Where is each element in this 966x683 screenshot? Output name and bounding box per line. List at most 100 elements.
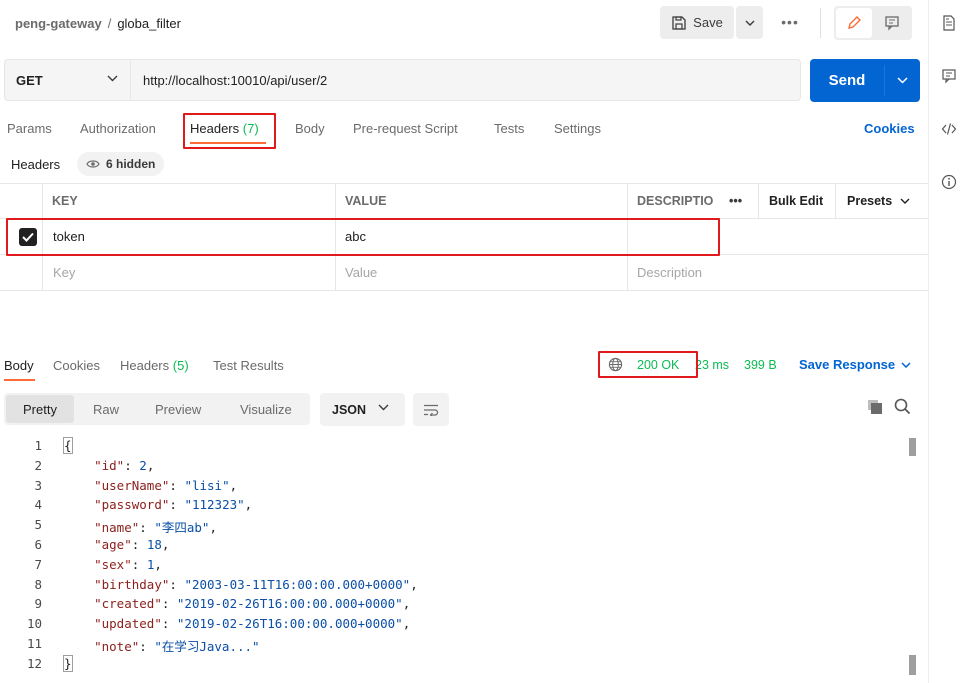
new-description-input[interactable]: Description: [637, 255, 917, 290]
json-value: "112323": [184, 497, 245, 512]
save-button[interactable]: Save: [660, 6, 734, 39]
presets-label: Presets: [847, 194, 893, 208]
format-select[interactable]: JSON: [320, 393, 405, 426]
line-number: 5: [34, 517, 42, 532]
search-icon[interactable]: [894, 398, 911, 415]
save-options-button[interactable]: [736, 6, 763, 39]
code-line: 3 "userName": "lisi",: [0, 478, 906, 498]
cookies-link[interactable]: Cookies: [864, 121, 915, 136]
code-text: "password": "112323",: [94, 497, 253, 512]
info-icon[interactable]: [941, 174, 957, 190]
header-description-input[interactable]: [637, 219, 917, 254]
code-line: 9 "created": "2019-02-26T16:00:00.000+00…: [0, 596, 906, 616]
status-code: 200 OK: [637, 357, 680, 372]
view-pretty-button[interactable]: Pretty: [6, 395, 74, 423]
view-preview-button[interactable]: Preview: [155, 395, 201, 423]
column-header-value: VALUE: [345, 194, 387, 208]
json-value: "李四ab": [154, 520, 210, 535]
copy-icon[interactable]: [866, 398, 884, 416]
line-number: 12: [26, 656, 42, 671]
send-label: Send: [828, 72, 866, 89]
tab-body[interactable]: Body: [295, 121, 325, 136]
header-key-input[interactable]: token: [53, 219, 323, 254]
view-visualize-button[interactable]: Visualize: [240, 395, 292, 423]
response-tab-body[interactable]: Body: [4, 358, 34, 373]
save-icon: [672, 15, 686, 30]
comments-icon[interactable]: [941, 68, 957, 84]
pencil-icon: [848, 16, 861, 29]
chevron-down-icon: [745, 20, 754, 26]
edit-mode-button[interactable]: [836, 8, 872, 38]
table-row-empty: Key Value Description: [0, 255, 928, 291]
response-tab-headers-label: Headers: [120, 358, 170, 373]
response-tab-test-results[interactable]: Test Results: [213, 358, 284, 373]
view-raw-button[interactable]: Raw: [93, 395, 119, 423]
method-select[interactable]: GET: [4, 59, 130, 101]
header-enabled-checkbox[interactable]: [19, 228, 37, 246]
column-divider: [758, 184, 759, 218]
chevron-down-icon: [900, 198, 910, 204]
new-value-input[interactable]: Value: [345, 255, 615, 290]
tab-params[interactable]: Params: [7, 121, 52, 136]
send-button[interactable]: Send: [810, 59, 920, 102]
column-divider: [335, 255, 336, 290]
tab-pre-request-script[interactable]: Pre-request Script: [353, 121, 458, 136]
code-snippet-icon[interactable]: [941, 121, 957, 137]
line-number: 9: [34, 596, 42, 611]
tab-settings[interactable]: Settings: [554, 121, 601, 136]
toolbar-divider: [820, 8, 821, 38]
json-key: "userName": [94, 478, 170, 493]
code-text: "id": 2,: [94, 458, 155, 473]
line-number: 6: [34, 537, 42, 552]
json-brace: {: [63, 437, 73, 454]
new-key-input[interactable]: Key: [53, 255, 323, 290]
tab-headers-label: Headers: [190, 121, 240, 136]
response-tab-cookies[interactable]: Cookies: [53, 358, 100, 373]
response-status[interactable]: 200 OK: [608, 357, 679, 372]
breadcrumb-request-name[interactable]: globa_filter: [117, 16, 181, 31]
breadcrumb-collection[interactable]: peng-gateway: [15, 16, 102, 31]
scrollbar-bottom-thumb[interactable]: [909, 655, 916, 675]
url-input[interactable]: http://localhost:10010/api/user/2: [130, 59, 801, 101]
response-time[interactable]: 23 ms: [695, 358, 729, 372]
column-options-button[interactable]: •••: [729, 184, 742, 218]
save-response-dropdown[interactable]: Save Response: [799, 357, 911, 372]
hidden-headers-toggle[interactable]: 6 hidden: [77, 152, 165, 176]
active-response-tab-indicator: [4, 379, 35, 381]
json-key: "age": [94, 537, 132, 552]
eye-icon: [86, 160, 100, 168]
scrollbar-top-thumb[interactable]: [909, 438, 916, 456]
view-mode-toggle: [834, 6, 912, 40]
response-tab-headers-count: (5): [172, 358, 189, 373]
save-label: Save: [693, 15, 723, 30]
column-divider: [42, 219, 43, 254]
tab-tests[interactable]: Tests: [494, 121, 524, 136]
presets-dropdown[interactable]: Presets: [847, 184, 910, 218]
active-tab-indicator: [190, 142, 266, 144]
bulk-edit-button[interactable]: Bulk Edit: [769, 184, 823, 218]
tab-headers[interactable]: Headers (7): [190, 121, 259, 136]
header-value-input[interactable]: abc: [345, 219, 615, 254]
json-value: "2019-02-26T16:00:00.000+0000": [176, 616, 403, 631]
column-header-key: KEY: [52, 194, 78, 208]
column-divider: [627, 184, 628, 218]
column-divider: [335, 184, 336, 218]
code-text: "age": 18,: [94, 537, 170, 552]
tab-authorization[interactable]: Authorization: [80, 121, 156, 136]
json-value: "2019-02-26T16:00:00.000+0000": [176, 596, 403, 611]
wrap-lines-button[interactable]: [413, 393, 449, 426]
response-tab-headers[interactable]: Headers (5): [120, 358, 189, 373]
json-value: "在学习Java...": [154, 639, 260, 654]
code-text: "name": "李四ab",: [94, 520, 217, 535]
comment-mode-button[interactable]: [874, 8, 910, 38]
documentation-icon[interactable]: [941, 15, 957, 31]
send-options-button[interactable]: [885, 59, 920, 102]
chevron-down-icon: [107, 75, 118, 82]
save-response-label: Save Response: [799, 357, 896, 372]
more-actions-button[interactable]: •••: [776, 10, 804, 34]
code-line: 5 "name": "李四ab",: [0, 517, 906, 537]
response-size[interactable]: 399 B: [744, 358, 777, 372]
globe-icon: [608, 357, 623, 372]
column-divider: [627, 219, 628, 254]
line-number: 7: [34, 557, 42, 572]
